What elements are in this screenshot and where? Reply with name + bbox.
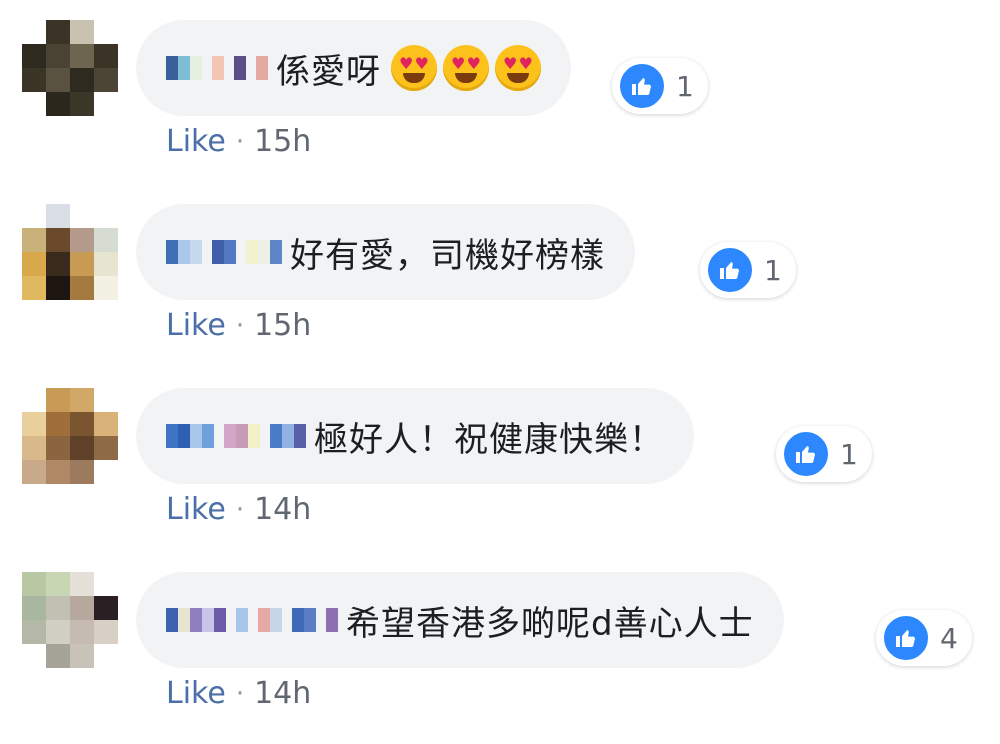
separator-dot: · — [235, 126, 245, 157]
commenter-name-pixelated[interactable] — [166, 608, 338, 632]
like-link[interactable]: Like — [166, 308, 226, 343]
like-link[interactable]: Like — [166, 676, 226, 711]
comment-text: 係愛呀 — [276, 51, 381, 92]
reaction-count-badge[interactable]: 1 — [700, 242, 796, 298]
reaction-count-badge[interactable]: 1 — [612, 58, 708, 114]
commenter-name-pixelated[interactable] — [166, 240, 282, 264]
comment-item: 極好人！祝健康快樂！ 1 Like · 14h — [0, 368, 1000, 552]
reaction-count-badge[interactable]: 4 — [876, 610, 972, 666]
comment-item: 係愛呀 ♥ ♥ ♥ ♥ ♥ ♥ 1 Like · 15h — [0, 0, 1000, 184]
comment-meta: Like · 15h — [166, 308, 311, 343]
comment-item: 好有愛，司機好榜樣 1 Like · 15h — [0, 184, 1000, 368]
commenter-name-pixelated[interactable] — [166, 56, 268, 80]
heart-eyes-emoji-icon: ♥ ♥ ♥ ♥ ♥ ♥ — [385, 45, 541, 91]
comment-bubble: 好有愛，司機好榜樣 — [136, 204, 635, 300]
separator-dot: · — [235, 678, 245, 709]
reaction-count-badge[interactable]: 1 — [776, 426, 872, 482]
like-link[interactable]: Like — [166, 492, 226, 527]
avatar[interactable] — [22, 572, 118, 668]
avatar[interactable] — [22, 204, 118, 300]
like-thumbs-up-icon — [618, 62, 666, 110]
comment-item: 希望香港多啲呢d善心人士 4 Like · 14h — [0, 552, 1000, 736]
reaction-count: 1 — [676, 69, 694, 103]
like-thumbs-up-icon — [706, 246, 754, 294]
comment-text: 好有愛，司機好榜樣 — [290, 235, 605, 276]
like-thumbs-up-icon — [882, 614, 930, 662]
comment-text: 希望香港多啲呢d善心人士 — [346, 603, 754, 644]
comment-bubble: 極好人！祝健康快樂！ — [136, 388, 694, 484]
reaction-count: 4 — [940, 621, 958, 655]
timestamp[interactable]: 15h — [254, 308, 311, 343]
comment-text: 極好人！祝健康快樂！ — [314, 419, 664, 460]
comment-bubble: 係愛呀 ♥ ♥ ♥ ♥ ♥ ♥ — [136, 20, 571, 116]
comment-meta: Like · 14h — [166, 492, 311, 527]
like-link[interactable]: Like — [166, 124, 226, 159]
comment-meta: Like · 14h — [166, 676, 311, 711]
separator-dot: · — [235, 310, 245, 341]
comment-meta: Like · 15h — [166, 124, 311, 159]
separator-dot: · — [235, 494, 245, 525]
timestamp[interactable]: 15h — [254, 124, 311, 159]
like-thumbs-up-icon — [782, 430, 830, 478]
timestamp[interactable]: 14h — [254, 676, 311, 711]
reaction-count: 1 — [840, 437, 858, 471]
commenter-name-pixelated[interactable] — [166, 424, 306, 448]
timestamp[interactable]: 14h — [254, 492, 311, 527]
avatar[interactable] — [22, 20, 118, 116]
avatar[interactable] — [22, 388, 118, 484]
reaction-count: 1 — [764, 253, 782, 287]
comment-bubble: 希望香港多啲呢d善心人士 — [136, 572, 784, 668]
